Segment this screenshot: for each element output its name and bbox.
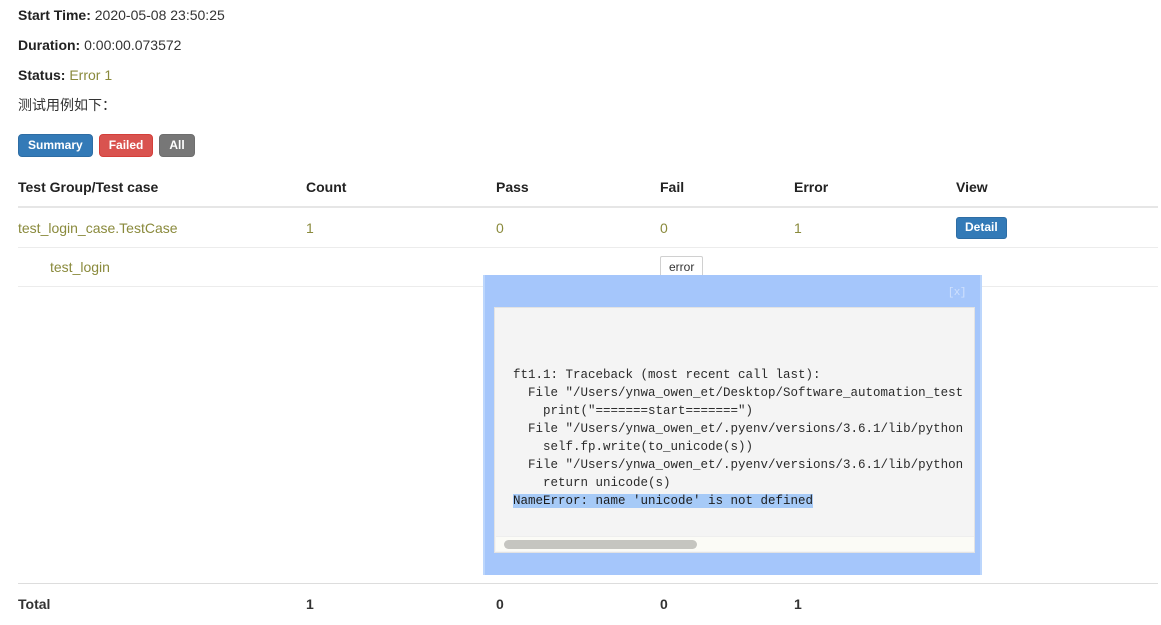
total-error: 1 [794,596,802,612]
traceback-error-line: NameError: name 'unicode' is not defined [513,494,814,508]
table-header-row: Test Group/Test case Count Pass Fail Err… [18,168,1158,208]
total-count: 1 [306,596,314,612]
header-fail: Fail [660,168,794,208]
table-row[interactable]: test_login_case.TestCase 1 0 0 1 Detail [18,207,1158,248]
traceback-line: self.fp.write(to_unicode(s)) [513,440,754,454]
start-time-line: Start Time: 2020-05-08 23:50:25 [18,0,1118,30]
case-view-cell [956,247,1158,287]
traceback-text: ft1.1: Traceback (most recent call last)… [513,366,963,510]
report-meta: Start Time: 2020-05-08 23:50:25 Duration… [18,0,1118,120]
group-count-cell: 1 [306,207,496,248]
status-line: Status: Error 1 [18,60,1118,90]
header-view: View [956,168,1158,208]
group-pass-cell: 0 [496,207,660,248]
case-count-cell [306,247,496,287]
status-value: Error 1 [69,67,113,83]
scrollbar-thumb[interactable] [504,540,697,549]
total-label: Total [18,596,51,612]
total-view [956,584,1158,625]
traceback-line: File "/Users/ynwa_owen_et/.pyenv/version… [513,458,964,472]
duration-label: Duration: [18,37,81,53]
traceback-line: File "/Users/ynwa_owen_et/Desktop/Softwa… [513,386,964,400]
filter-failed-button[interactable]: Failed [98,134,154,157]
traceback-line: print("=======start=======") [513,404,754,418]
filter-summary-button[interactable]: Summary [18,134,93,157]
traceback-popup: [x] ft1.1: Traceback (most recent call l… [483,275,982,575]
group-view-cell: Detail [956,207,1158,248]
group-name-cell: test_login_case.TestCase [18,207,306,248]
filter-button-group: Summary Failed All [18,134,195,157]
status-label: Status: [18,67,66,83]
header-test-group: Test Group/Test case [18,168,306,208]
traceback-panel: ft1.1: Traceback (most recent call last)… [494,307,975,553]
close-icon[interactable]: [x] [948,287,967,299]
start-time-value: 2020-05-08 23:50:25 [94,7,225,23]
results-table: Test Group/Test case Count Pass Fail Err… [18,168,1158,287]
report-note: 测试用例如下： [18,97,116,113]
header-error: Error [794,168,956,208]
case-name-cell: test_login [18,247,306,287]
detail-button[interactable]: Detail [956,216,1007,239]
group-error-cell: 1 [794,207,956,248]
header-count: Count [306,168,496,208]
traceback-line: File "/Users/ynwa_owen_et/.pyenv/version… [513,422,964,436]
filter-all-button[interactable]: All [159,134,195,157]
group-fail-cell: 0 [660,207,794,248]
total-pass: 0 [496,596,504,612]
total-row-table: Total 1 0 0 1 [18,583,1158,624]
header-pass: Pass [496,168,660,208]
traceback-line: ft1.1: Traceback (most recent call last)… [513,368,821,382]
horizontal-scrollbar[interactable] [496,536,974,551]
total-fail: 0 [660,596,668,612]
start-time-label: Start Time: [18,7,91,23]
table-row-total: Total 1 0 0 1 [18,584,1158,625]
duration-value: 0:00:00.073572 [84,37,182,53]
traceback-line: return unicode(s) [513,476,671,490]
duration-line: Duration: 0:00:00.073572 [18,30,1118,60]
